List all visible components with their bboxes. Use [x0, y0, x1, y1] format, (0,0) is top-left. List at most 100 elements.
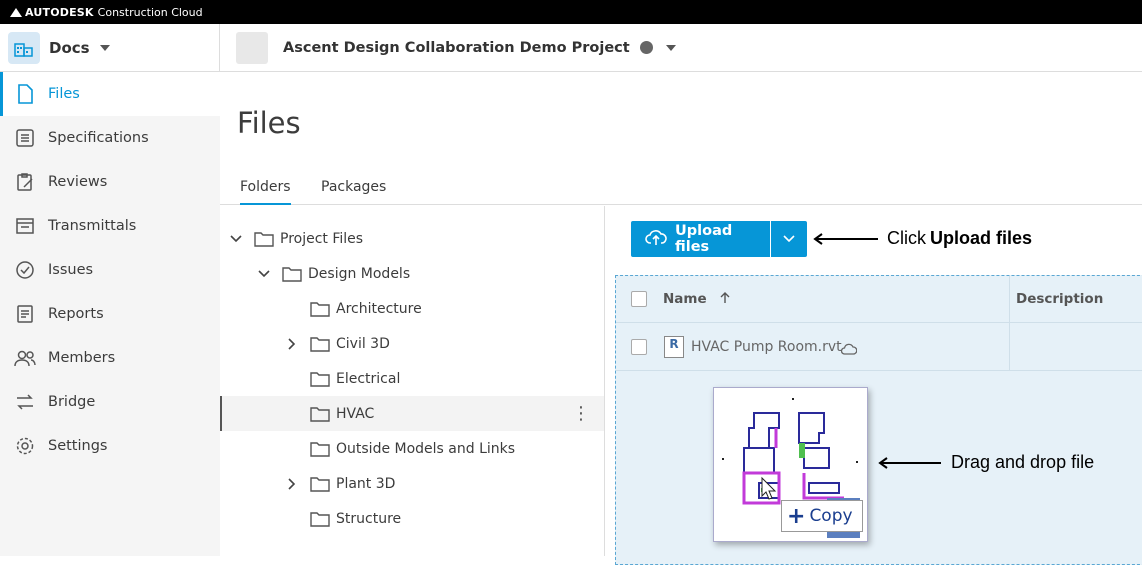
project-thumbnail: [236, 31, 268, 64]
file-icon: [14, 83, 36, 105]
tree-item-label: Structure: [336, 510, 402, 527]
sort-ascending-icon: [720, 292, 730, 303]
module-switcher[interactable]: Docs: [0, 23, 220, 72]
sidebar-item-label: Transmittals: [48, 218, 137, 234]
reports-icon: [14, 303, 36, 325]
chevron-right-icon[interactable]: [285, 477, 299, 491]
cursor-icon: [761, 476, 777, 500]
folder-icon: [254, 231, 274, 247]
tree-item-project-files[interactable]: Project Files: [220, 221, 604, 256]
tree-item-design-models[interactable]: Design Models: [220, 256, 604, 291]
tree-item-label: Plant 3D: [336, 475, 396, 492]
tree-item-label: HVAC: [336, 405, 375, 422]
tree-item-architecture[interactable]: Architecture: [220, 291, 604, 326]
module-label: Docs: [49, 38, 90, 57]
page-title: Files: [237, 106, 301, 140]
upload-dropdown-button[interactable]: [771, 221, 807, 257]
folder-icon: [310, 371, 330, 387]
tab-packages[interactable]: Packages: [321, 179, 386, 203]
chevron-down-icon: [99, 44, 110, 51]
chevron-down-icon: [783, 235, 795, 243]
sidebar-item-settings[interactable]: Settings: [0, 424, 220, 468]
project-switcher[interactable]: Ascent Design Collaboration Demo Project: [220, 31, 676, 64]
copy-label: Copy: [809, 506, 853, 526]
folder-icon: [310, 511, 330, 527]
column-header-description[interactable]: Description: [1016, 291, 1103, 307]
chevron-right-icon[interactable]: [285, 337, 299, 351]
sidebar-item-reviews[interactable]: Reviews: [0, 160, 220, 204]
tree-item-label: Architecture: [336, 300, 422, 317]
folder-icon: [310, 441, 330, 457]
sidebar-item-issues[interactable]: Issues: [0, 248, 220, 292]
sidebar-item-label: Settings: [48, 438, 108, 454]
specifications-icon: [14, 127, 36, 149]
plus-icon: +: [787, 503, 806, 529]
sidebar: Files Specifications Reviews Transmittal…: [0, 72, 220, 556]
arrow-left-icon: [878, 456, 941, 469]
tree-item-electrical[interactable]: Electrical: [220, 361, 604, 396]
globe-icon: [639, 41, 653, 54]
sidebar-item-members[interactable]: Members: [0, 336, 220, 380]
folder-icon: [310, 406, 330, 422]
grid-header-row: Name Description: [616, 276, 1142, 323]
table-row[interactable]: R HVAC Pump Room.rvt: [616, 323, 1142, 371]
tree-item-plant-3d[interactable]: Plant 3D: [220, 466, 604, 501]
row-checkbox[interactable]: [631, 339, 647, 355]
folder-icon: [310, 301, 330, 317]
cloud-icon: [840, 340, 858, 359]
chevron-down-icon[interactable]: [229, 232, 243, 246]
revit-file-icon: R: [664, 336, 684, 358]
sidebar-item-specifications[interactable]: Specifications: [0, 116, 220, 160]
tree-item-label: Electrical: [336, 370, 401, 387]
upload-files-button[interactable]: Upload files: [631, 221, 770, 257]
more-options-icon[interactable]: ⋮: [572, 403, 590, 424]
tree-item-label: Project Files: [280, 230, 364, 247]
file-name[interactable]: HVAC Pump Room.rvt: [691, 339, 842, 355]
sidebar-item-label: Members: [48, 350, 116, 366]
arrow-left-icon: [813, 232, 878, 245]
tab-bar: Folders Packages: [220, 172, 1142, 205]
file-drop-zone[interactable]: Name Description R HVAC Pump Room.rvt: [615, 275, 1142, 565]
tree-item-label: Design Models: [308, 265, 411, 282]
bridge-icon: [14, 391, 36, 413]
column-header-name[interactable]: Name: [663, 291, 731, 307]
callout-drag: Drag and drop file: [878, 452, 1094, 473]
transmittals-icon: [14, 215, 36, 237]
issues-icon: [14, 259, 36, 281]
folder-tree: Project Files Design Models Architecture…: [220, 206, 605, 556]
tree-item-hvac[interactable]: HVAC ⋮: [220, 396, 604, 431]
callout-upload-prefix: Click: [887, 228, 926, 248]
app-header: Docs Ascent Design Collaboration Demo Pr…: [0, 23, 1142, 72]
select-all-checkbox[interactable]: [631, 291, 647, 307]
tree-item-label: Civil 3D: [336, 335, 390, 352]
sidebar-item-files[interactable]: Files: [0, 72, 220, 116]
reviews-icon: [14, 171, 36, 193]
folder-icon: [310, 476, 330, 492]
settings-icon: [14, 435, 36, 457]
sidebar-item-label: Reports: [48, 306, 104, 322]
folder-icon: [310, 336, 330, 352]
sidebar-item-transmittals[interactable]: Transmittals: [0, 204, 220, 248]
tab-folders[interactable]: Folders: [240, 179, 291, 205]
tree-item-civil-3d[interactable]: Civil 3D: [220, 326, 604, 361]
project-name: Ascent Design Collaboration Demo Project: [283, 39, 630, 56]
brand-name: AUTODESK: [25, 5, 94, 19]
sidebar-item-label: Bridge: [48, 394, 96, 410]
folder-icon: [282, 266, 302, 282]
column-header-label: Name: [663, 291, 707, 307]
tree-item-outside-models[interactable]: Outside Models and Links: [220, 431, 604, 466]
callout-upload-bold: Upload files: [930, 228, 1033, 248]
chevron-down-icon[interactable]: [257, 267, 271, 281]
tree-item-structure[interactable]: Structure: [220, 501, 604, 536]
sidebar-item-reports[interactable]: Reports: [0, 292, 220, 336]
product-name: Construction Cloud: [97, 5, 203, 19]
sidebar-item-label: Files: [48, 86, 80, 102]
sidebar-item-label: Issues: [48, 262, 94, 278]
file-content-area: Upload files Name Description R HVAC Pum…: [606, 206, 1142, 565]
sidebar-item-bridge[interactable]: Bridge: [0, 380, 220, 424]
brand-bar: AUTODESK Construction Cloud: [0, 0, 1142, 24]
callout-drag-text: Drag and drop file: [951, 452, 1095, 472]
callout-upload: Click Upload files: [813, 228, 1032, 249]
tree-item-label: Outside Models and Links: [336, 440, 516, 457]
sidebar-item-label: Reviews: [48, 174, 108, 190]
